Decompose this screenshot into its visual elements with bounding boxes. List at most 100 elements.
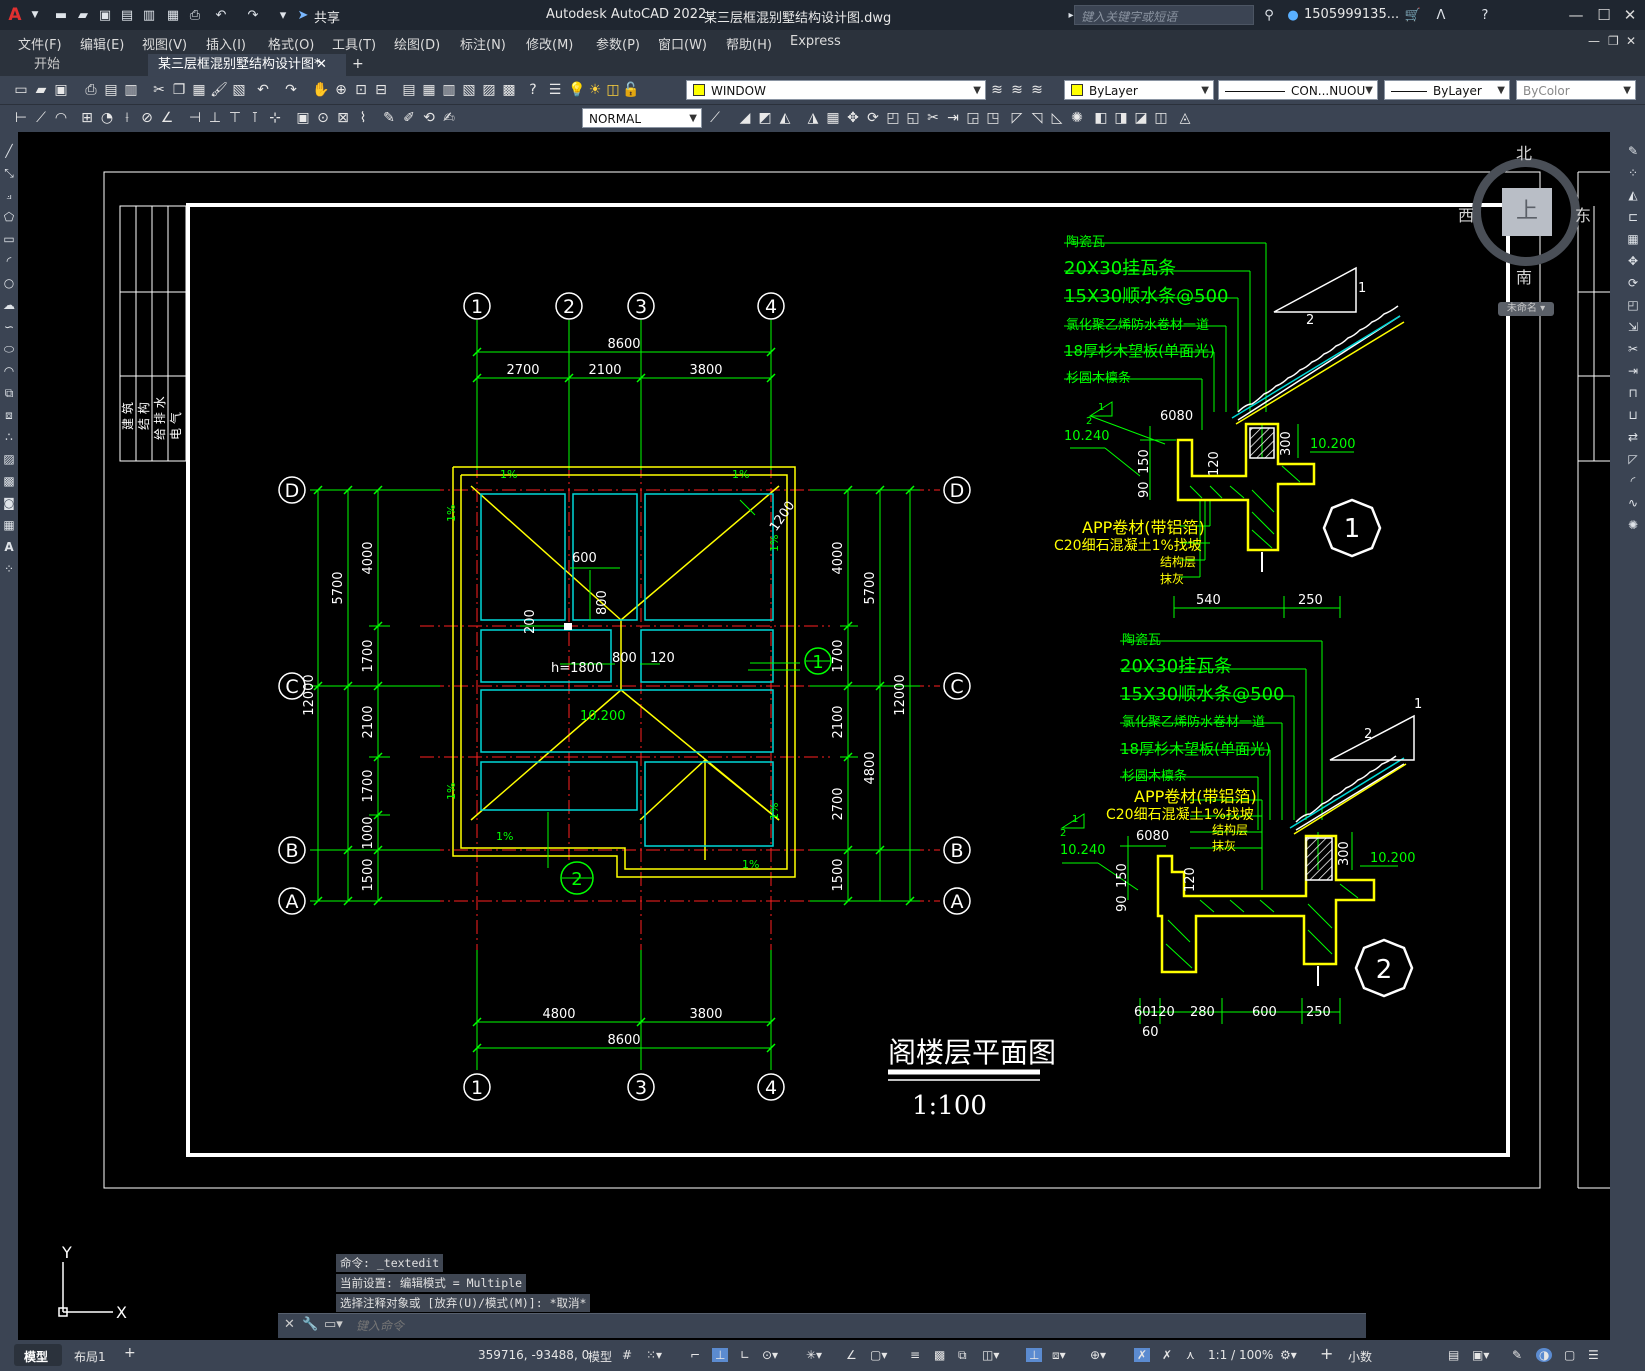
diameter-dim-icon[interactable]: ⊘ <box>138 109 156 127</box>
chamfer-icon[interactable]: ◸ <box>1626 452 1640 466</box>
break-icon[interactable]: ⊔ <box>1626 408 1640 422</box>
layout-tab-model[interactable]: 模型 <box>14 1344 62 1366</box>
calculator-icon[interactable]: ▩ <box>500 81 518 99</box>
snap-icon[interactable]: ⁙▾ <box>646 1348 662 1362</box>
zoom-previous-icon[interactable]: ⊟ <box>372 81 390 99</box>
cart-icon[interactable]: 🛒 <box>1404 6 1422 24</box>
multiline-text-icon[interactable]: A <box>2 540 16 554</box>
grid-icon[interactable]: # <box>622 1348 632 1362</box>
new-icon[interactable]: ▭ <box>12 81 30 99</box>
coordinate-readout[interactable]: 359716, -93488, 0 <box>478 1348 589 1362</box>
undo-icon[interactable]: ↶ <box>212 6 230 24</box>
cut-icon[interactable]: ✂ <box>150 81 168 99</box>
trim-icon[interactable]: ✂ <box>924 109 942 127</box>
menu-file[interactable]: 文件(F) <box>18 34 62 53</box>
dim-break-icon[interactable]: ⊹ <box>266 109 284 127</box>
ellipse-arc-icon[interactable]: ◠ <box>2 364 16 378</box>
linear-dim-icon[interactable]: ⊢ <box>12 109 30 127</box>
array-icon[interactable]: ▦ <box>824 109 842 127</box>
offset-icon[interactable]: ⊏ <box>1626 210 1640 224</box>
close-cmdline-icon[interactable]: ✕ <box>284 1317 295 1332</box>
lineweight-icon[interactable]: ≡ <box>910 1348 920 1362</box>
open-web-icon[interactable]: ▥ <box>140 6 158 24</box>
command-input[interactable] <box>354 1316 1358 1336</box>
drawing-canvas[interactable]: 建 筑 结 构 给 排 水 电 气 1 2 3 4 1 3 4 D C B A … <box>18 132 1610 1340</box>
recent-commands-icon[interactable]: ▭▾ <box>324 1317 343 1332</box>
new-tab-icon[interactable]: + <box>352 56 364 72</box>
ellipse-icon[interactable]: ⬭ <box>2 342 16 356</box>
construction-line-icon[interactable]: ⤡ <box>2 166 16 180</box>
maximize-button[interactable]: ☐ <box>1592 4 1616 26</box>
dim-update-icon[interactable]: ⟲ <box>420 109 438 127</box>
dim-text-edit-icon[interactable]: ✐ <box>400 109 418 127</box>
erase-icon[interactable]: ✎ <box>1626 144 1640 158</box>
properties-icon[interactable]: ▤ <box>400 81 418 99</box>
add-layout-icon[interactable]: + <box>124 1345 136 1361</box>
zoom-realtime-icon[interactable]: ⊕ <box>332 81 350 99</box>
doc-restore-icon[interactable]: ❐ <box>1608 34 1619 48</box>
model-space-toggle[interactable]: 模型 <box>588 1348 612 1365</box>
isodraft-icon[interactable]: ✳▾ <box>806 1348 822 1362</box>
autocad-logo-icon[interactable]: A <box>6 5 24 25</box>
viewcube-south[interactable]: 南 <box>1516 264 1532 288</box>
annotation-monitor-icon[interactable]: + <box>1320 1344 1333 1363</box>
gradient-icon[interactable]: ▩ <box>2 474 16 488</box>
customize-cmdline-icon[interactable]: 🔧 <box>302 1317 318 1332</box>
linetype-dropdown[interactable]: CON...NUOU ▼ <box>1218 80 1378 100</box>
make-current-layer-icon[interactable]: ≋ <box>988 81 1006 99</box>
polar-icon[interactable]: ⊙▾ <box>762 1348 778 1362</box>
design-center-icon[interactable]: ▦ <box>420 81 438 99</box>
doc-minimize-icon[interactable]: — <box>1588 34 1600 48</box>
extend-icon[interactable]: ⇥ <box>944 109 962 127</box>
menu-dimension[interactable]: 标注(N) <box>460 34 506 53</box>
rectangle-icon[interactable]: ▭ <box>2 232 16 246</box>
layer-viewport-icon[interactable]: ◫ <box>604 81 622 99</box>
gizmo-icon[interactable]: ⊕▾ <box>1090 1348 1106 1362</box>
match-properties-icon[interactable]: 🖌 <box>210 81 228 99</box>
circle-icon[interactable]: ○ <box>2 276 16 290</box>
layer-lock-icon[interactable]: 🔓 <box>622 81 640 99</box>
color-dropdown[interactable]: ByLayer ▼ <box>1064 80 1214 100</box>
rotate-icon[interactable]: ⟳ <box>864 109 882 127</box>
annotation-scale-icon[interactable]: ⋏ <box>1186 1348 1195 1362</box>
fillet-icon[interactable]: ◜ <box>1626 474 1640 488</box>
block-editor-icon[interactable]: ▧ <box>230 81 248 99</box>
dynamic-input-icon[interactable]: ⊥ <box>712 1348 729 1362</box>
layout-tab-layout1[interactable]: 布局1 <box>74 1348 106 1365</box>
move-icon[interactable]: ✥ <box>1626 254 1640 268</box>
center-mark-icon[interactable]: ⊙ <box>314 109 332 127</box>
layer-previous-icon[interactable]: ≋ <box>1008 81 1026 99</box>
point-icon[interactable]: ∴ <box>2 430 16 444</box>
tolerance-icon[interactable]: ▣ <box>294 109 312 127</box>
send-back-icon[interactable]: ◪ <box>1132 109 1150 127</box>
redo-icon[interactable]: ↷ <box>244 6 262 24</box>
plot-preview-icon[interactable]: ▤ <box>102 81 120 99</box>
lineweight-dropdown[interactable]: ByLayer ▼ <box>1384 80 1510 100</box>
layer-state-icon[interactable]: ≋ <box>1028 81 1046 99</box>
infer-constraints-icon[interactable]: ⌐ <box>690 1348 700 1362</box>
dim-style-manager-icon[interactable]: ⟋ <box>706 109 724 127</box>
tab-close-icon[interactable]: ✕ <box>316 54 327 76</box>
region-icon[interactable]: ◙ <box>2 496 16 510</box>
menu-express[interactable]: Express <box>790 34 841 49</box>
dim-style-icon[interactable]: ✍ <box>440 109 458 127</box>
plot-icon[interactable]: ⎙ <box>186 6 204 24</box>
copy-object-icon[interactable]: ◩ <box>756 109 774 127</box>
stretch-icon[interactable]: ◱ <box>904 109 922 127</box>
arc-length-icon[interactable]: ◠ <box>52 109 70 127</box>
menu-edit[interactable]: 编辑(E) <box>80 34 124 53</box>
viewcube-face[interactable]: 上 <box>1502 188 1552 236</box>
make-block-icon[interactable]: ⧈ <box>2 408 16 422</box>
menu-window[interactable]: 窗口(W) <box>658 34 707 53</box>
quick-properties-icon[interactable]: ▤ <box>1448 1348 1459 1362</box>
search-box[interactable]: 键入关键字或短语 <box>1074 5 1254 25</box>
user-icon[interactable]: ● <box>1284 6 1302 24</box>
revision-cloud-icon[interactable]: ☁ <box>2 298 16 312</box>
join-icon[interactable]: ⇄ <box>1626 430 1640 444</box>
stretch-icon[interactable]: ⇲ <box>1626 320 1640 334</box>
radius-dim-icon[interactable]: ◔ <box>98 109 116 127</box>
inspect-icon[interactable]: ⊠ <box>334 109 352 127</box>
selection-filter-icon[interactable]: ⧈▾ <box>1052 1348 1066 1363</box>
spline-icon[interactable]: ∽ <box>2 320 16 334</box>
copy-icon[interactable]: ❐ <box>170 81 188 99</box>
